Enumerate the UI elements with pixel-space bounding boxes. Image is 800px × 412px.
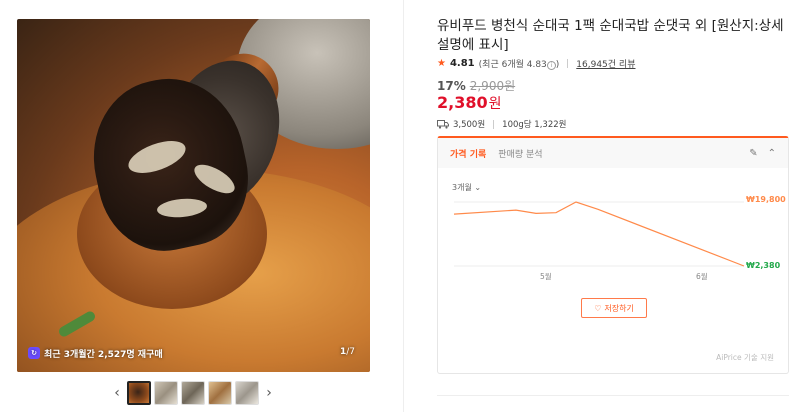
repurchase-badge: ↻ 최근 3개월간 2,527명 재구매 <box>28 343 163 363</box>
next-section-fragment <box>437 404 567 412</box>
save-button-label: 저장하기 <box>604 303 634 313</box>
save-button[interactable]: ♡ 저장하기 <box>581 298 647 318</box>
sale-price-unit: 원 <box>488 96 502 112</box>
review-count-link[interactable]: 16,945건 리뷰 <box>576 57 635 70</box>
unit-price: 100g당 1,322원 <box>502 120 567 130</box>
rating-recent-text: (최근 6개월 4.83 <box>478 60 547 70</box>
thumbnail-4[interactable] <box>208 381 232 405</box>
heart-icon: ♡ <box>594 303 602 313</box>
chevron-right-icon[interactable]: › <box>262 385 276 401</box>
star-icon: ★ <box>437 58 446 69</box>
repurchase-icon: ↻ <box>28 347 40 359</box>
thumbnail-3[interactable] <box>181 381 205 405</box>
price-line <box>453 201 745 267</box>
rating-recent: (최근 6개월 4.83 i) <box>478 57 560 70</box>
section-divider <box>437 395 789 396</box>
thumbnail-2[interactable] <box>154 381 178 405</box>
aiprice-credit: AiPrice 기술 지원 <box>716 353 774 362</box>
info-icon[interactable]: i <box>546 61 556 70</box>
separator <box>567 59 569 68</box>
repurchase-badge-text: 최근 3개월간 2,527명 재구매 <box>44 349 163 360</box>
header-actions: ✎ ⌃ <box>749 148 776 159</box>
price-chart: ₩19,800 ₩2,380 5월 6월 <box>453 195 786 281</box>
rating-recent-close: ) <box>555 60 560 70</box>
price-history-header: 가격 기록 판매량 분석 ✎ ⌃ <box>438 138 788 168</box>
x-tick-label: 5월 <box>540 271 552 281</box>
rating-row: ★ 4.81 (최근 6개월 4.83 i) 16,945건 리뷰 <box>437 57 636 70</box>
image-counter-total: /7 <box>346 347 356 357</box>
product-main-image[interactable] <box>17 19 370 372</box>
product-page: ↻ 최근 3개월간 2,527명 재구매 1/7 ‹ › 유비푸드 병천식 순대… <box>0 0 800 412</box>
shipping-row: 3,500원 100g당 1,322원 <box>437 118 566 130</box>
x-tick-label: 6월 <box>696 271 708 281</box>
thumbnail-1[interactable] <box>127 381 151 405</box>
discount-row: 17% 2,900원 <box>437 77 515 94</box>
product-title: 유비푸드 병천식 순대국 1팩 순대국밥 순댓국 외 [원산지:상세설명에 표시… <box>437 18 784 53</box>
image-counter: 1/7 <box>340 347 355 357</box>
max-price-label: ₩19,800 <box>746 195 786 204</box>
min-price-label: ₩2,380 <box>746 261 781 270</box>
discount-rate: 17% <box>437 79 466 93</box>
pencil-icon[interactable]: ✎ <box>749 148 757 159</box>
shipping-fee: 3,500원 <box>453 120 486 130</box>
thumbnail-strip: ‹ › <box>110 380 280 406</box>
original-price: 2,900원 <box>469 79 516 93</box>
tab-price-history[interactable]: 가격 기록 <box>450 147 486 160</box>
tab-sales-analysis[interactable]: 판매량 분석 <box>498 147 542 160</box>
thumbnail-5[interactable] <box>235 381 259 405</box>
separator <box>493 119 495 129</box>
price-history-panel: 가격 기록 판매량 분석 ✎ ⌃ 3개월 ⌄ ₩19,800 ₩2,380 5월… <box>437 136 789 374</box>
chevron-left-icon[interactable]: ‹ <box>110 385 124 401</box>
truck-icon <box>437 119 449 129</box>
column-divider <box>403 0 404 412</box>
sale-price: 2,380 원 <box>437 93 502 113</box>
chevron-up-icon[interactable]: ⌃ <box>768 148 776 159</box>
rating-score: 4.81 <box>449 58 475 69</box>
sale-price-value: 2,380 <box>437 93 488 112</box>
